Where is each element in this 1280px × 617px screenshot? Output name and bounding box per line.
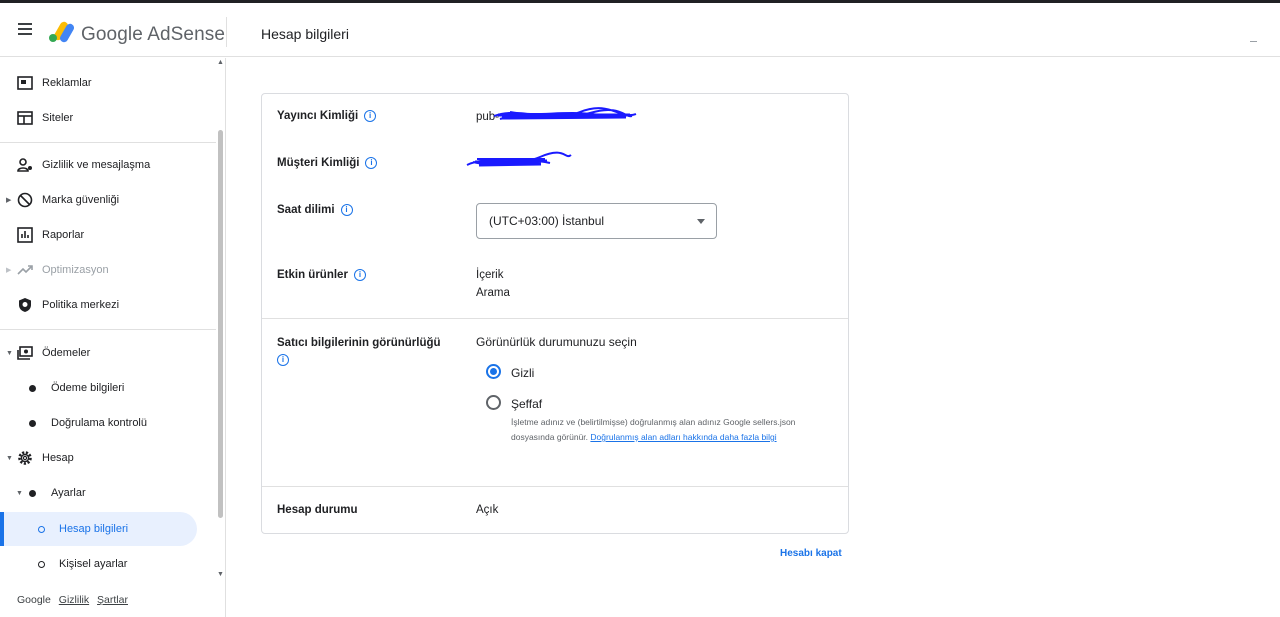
sidebar-item-label: Politika merkezi (42, 299, 120, 311)
sidebar-item-policy-center[interactable]: Politika merkezi (0, 288, 216, 322)
sidebar-item-personal-settings[interactable]: Kişisel ayarlar (0, 547, 216, 581)
seller-visibility-label: Satıcı bilgilerinin görünürlüğü i (277, 337, 441, 366)
learn-more-domains-link[interactable]: Doğrulanmış alan adları hakkında daha fa… (590, 432, 776, 442)
sidebar-item-label: Hesap bilgileri (59, 523, 129, 535)
sidebar-item-label: Marka güvenliği (42, 194, 120, 206)
sidebar-item-payments[interactable]: ▼ Ödemeler (0, 336, 216, 370)
bullet-ring-icon (38, 525, 45, 533)
card-divider (262, 318, 848, 319)
sidebar-item-label: Hesap (42, 452, 74, 464)
sidebar-item-settings[interactable]: ▼ Ayarlar (0, 476, 216, 510)
sidebar-item-label: Ayarlar (51, 487, 86, 499)
radio-hidden-label[interactable]: Gizli (511, 366, 534, 380)
footer-privacy-link[interactable]: Gizlilik (59, 594, 89, 606)
footer-google: Google (17, 594, 51, 606)
sidebar-nav: Reklamlar Siteler Gizlilik ve mesajlaşma… (0, 58, 216, 583)
timezone-select[interactable]: (UTC+03:00) İstanbul (476, 203, 717, 239)
bullet-icon (29, 419, 36, 427)
sidebar-item-label: Reklamlar (42, 77, 92, 89)
bullet-ring-icon (38, 560, 45, 568)
radio-transparent-label[interactable]: Şeffaf (511, 397, 542, 411)
scroll-down-icon[interactable]: ▼ (217, 571, 224, 578)
sidebar-scrollbar[interactable]: ▲ ▼ (216, 58, 225, 583)
sidebar-item-verification[interactable]: Doğrulama kontrolü (0, 406, 216, 440)
visibility-prompt: Görünürlük durumunuzu seçin (476, 335, 637, 349)
page-title: Hesap bilgileri (261, 26, 349, 42)
expand-arrow-icon: ▶ (6, 267, 12, 274)
sidebar-item-label: Kişisel ayarlar (59, 558, 128, 570)
sidebar: Reklamlar Siteler Gizlilik ve mesajlaşma… (0, 58, 226, 617)
sidebar-item-sites[interactable]: Siteler (0, 101, 216, 135)
card-divider (262, 486, 848, 487)
header-divider (226, 17, 227, 47)
sidebar-item-account-info[interactable]: Hesap bilgileri (0, 512, 197, 546)
customer-id-label: Müşteri Kimliği i (277, 157, 378, 169)
bullet-icon (29, 489, 36, 497)
sidebar-item-ads[interactable]: Reklamlar (0, 66, 216, 100)
sites-icon (16, 110, 33, 127)
radio-hidden[interactable] (486, 364, 501, 379)
footer-terms-link[interactable]: Şartlar (97, 594, 128, 606)
sidebar-item-privacy-messaging[interactable]: Gizlilik ve mesajlaşma (0, 148, 216, 182)
sidebar-divider (0, 329, 216, 330)
sidebar-divider (0, 142, 216, 143)
sidebar-item-label: Siteler (42, 112, 74, 124)
timezone-label: Saat dilimi i (277, 204, 353, 216)
app-header: Google AdSense Hesap bilgileri (0, 3, 1280, 57)
sidebar-item-optimization: ▶ Optimizasyon (0, 253, 216, 287)
collapse-arrow-icon[interactable]: ▼ (6, 455, 13, 462)
block-icon (16, 192, 33, 209)
info-icon[interactable]: i (353, 269, 366, 281)
dropdown-arrow-icon (697, 219, 705, 224)
scroll-thumb[interactable] (218, 130, 223, 518)
reports-icon (16, 227, 33, 244)
active-products-label: Etkin ürünler i (277, 269, 366, 281)
payments-icon (16, 345, 33, 362)
main-menu-button[interactable] (12, 20, 38, 42)
minimize-icon[interactable] (1250, 41, 1257, 42)
sidebar-item-label: Optimizasyon (42, 264, 109, 276)
publisher-id-label: Yayıncı Kimliği i (277, 110, 377, 122)
timezone-selected-value: (UTC+03:00) İstanbul (489, 214, 605, 228)
info-icon[interactable]: i (277, 354, 289, 366)
account-info-card: Yayıncı Kimliği i pub- Müşteri Kimliği i… (261, 93, 849, 534)
account-status-label: Hesap durumu (277, 504, 358, 516)
sidebar-item-label: Ödemeler (42, 347, 91, 359)
sidebar-item-label: Raporlar (42, 229, 85, 241)
adsense-logo-icon (49, 21, 74, 43)
sidebar-item-payment-info[interactable]: Ödeme bilgileri (0, 371, 216, 405)
privacy-icon (16, 157, 33, 174)
scroll-up-icon[interactable]: ▲ (217, 59, 224, 66)
info-icon[interactable]: i (364, 110, 377, 122)
sidebar-item-label: Gizlilik ve mesajlaşma (42, 159, 151, 171)
gear-icon (16, 450, 33, 467)
sidebar-item-account[interactable]: ▼ Hesap (0, 441, 216, 475)
sidebar-item-reports[interactable]: Raporlar (0, 218, 216, 252)
collapse-arrow-icon[interactable]: ▼ (16, 490, 23, 497)
redaction-scribble (466, 151, 572, 167)
trending-icon (16, 262, 33, 279)
active-product-content: İçerik (476, 269, 504, 281)
ads-icon (16, 75, 33, 92)
sidebar-item-label: Ödeme bilgileri (51, 382, 125, 394)
active-indicator (0, 512, 4, 546)
account-status-value: Açık (476, 504, 499, 516)
info-icon[interactable]: i (365, 157, 378, 169)
sidebar-item-brand-safety[interactable]: ▶ Marka güvenliği (0, 183, 216, 217)
active-product-search: Arama (476, 287, 510, 299)
collapse-arrow-icon[interactable]: ▼ (6, 350, 13, 357)
close-account-link[interactable]: Hesabı kapat (780, 548, 842, 559)
radio-transparent[interactable] (486, 395, 501, 410)
brand-name[interactable]: Google AdSense (81, 24, 225, 46)
redaction-scribble (493, 107, 637, 120)
sidebar-item-label: Doğrulama kontrolü (51, 417, 147, 429)
expand-arrow-icon[interactable]: ▶ (6, 196, 11, 204)
bullet-icon (29, 384, 36, 392)
policy-shield-icon (16, 297, 33, 314)
info-icon[interactable]: i (340, 204, 353, 216)
sidebar-footer: Google Gizlilik Şartlar (17, 594, 128, 606)
transparent-help-text: İşletme adınız ve (belirtilmişse) doğrul… (511, 417, 796, 442)
